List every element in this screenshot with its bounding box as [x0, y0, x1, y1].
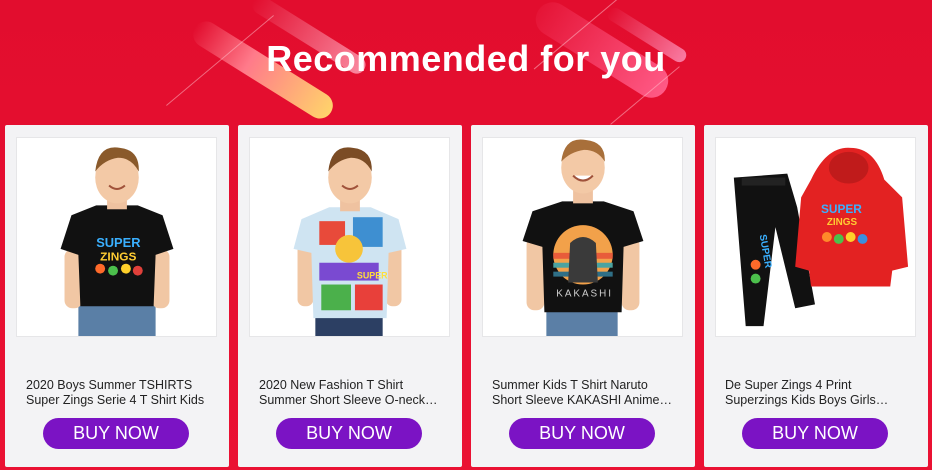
svg-text:SUPER: SUPER: [357, 271, 388, 281]
product-image[interactable]: SUPER: [249, 137, 450, 337]
product-image[interactable]: KAKASHI: [482, 137, 683, 337]
product-card[interactable]: SUPER SUPER ZINGS De Super Zings 4 Print…: [704, 125, 928, 467]
svg-text:SUPER: SUPER: [96, 235, 141, 250]
buy-now-button[interactable]: BUY NOW: [742, 418, 888, 449]
svg-text:ZINGS: ZINGS: [100, 250, 136, 264]
product-image[interactable]: SUPER ZINGS: [16, 137, 217, 337]
product-name[interactable]: 2020 Boys Summer TSHIRTS Super Zings Ser…: [26, 378, 212, 408]
buy-now-button[interactable]: BUY NOW: [43, 418, 189, 449]
svg-text:SUPER: SUPER: [821, 202, 862, 216]
buy-now-button[interactable]: BUY NOW: [509, 418, 655, 449]
svg-text:ZINGS: ZINGS: [827, 217, 858, 228]
product-name[interactable]: 2020 New Fashion T Shirt Summer Short Sl…: [259, 378, 445, 408]
buy-now-button[interactable]: BUY NOW: [276, 418, 422, 449]
product-name[interactable]: Summer Kids T Shirt Naruto Short Sleeve …: [492, 378, 678, 408]
product-image[interactable]: SUPER SUPER ZINGS: [715, 137, 916, 337]
product-card[interactable]: KAKASHI Summer Kids T Shirt Naruto Short…: [471, 125, 695, 467]
section-title: Recommended for you: [266, 38, 666, 79]
svg-text:KAKASHI: KAKASHI: [556, 288, 613, 299]
product-card[interactable]: SUPER 2020 New Fashion T Shirt Summer Sh…: [238, 125, 462, 467]
product-name[interactable]: De Super Zings 4 Print Superzings Kids B…: [725, 378, 911, 408]
product-card[interactable]: SUPER ZINGS 2020 Boys Summer TSHIRTS Sup…: [5, 125, 229, 467]
